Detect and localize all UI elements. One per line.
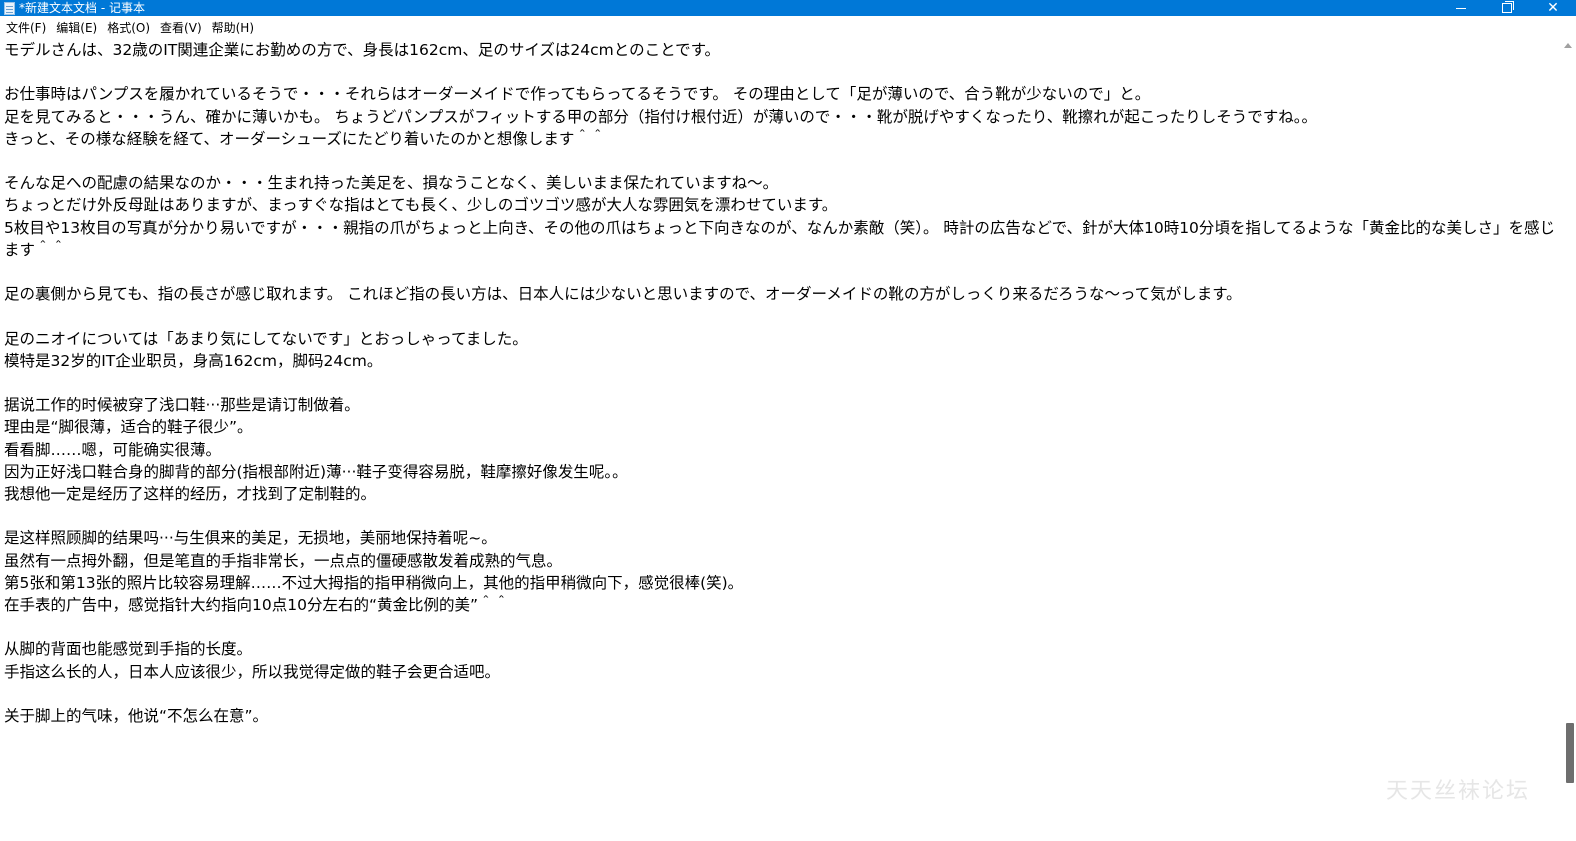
text-line: 模特是32岁的IT企业职员，身高162cm，脚码24cm。	[4, 351, 383, 370]
scroll-thumb[interactable]	[1566, 723, 1574, 783]
text-line: 手指这么长的人，日本人应该很少，所以我觉得定做的鞋子会更合适吧。	[4, 662, 501, 681]
text-line: 第5张和第13张的照片比较容易理解……不过大拇指的指甲稍微向上，其他的指甲稍微向…	[4, 573, 744, 592]
menu-format[interactable]: 格式(O)	[102, 17, 155, 39]
text-line: 5枚目や13枚目の写真が分かり易いですが・・・親指の爪がちょっと上向き、その他の…	[4, 218, 1555, 259]
text-line: 从脚的背面也能感觉到手指的长度。	[4, 640, 253, 659]
text-line: そんな足への配慮の結果なのか・・・生まれ持った美足を、損なうことなく、美しいまま…	[4, 174, 779, 193]
text-line: 看看脚……嗯，可能确实很薄。	[4, 440, 222, 459]
text-line: 虽然有一点拇外翻，但是笔直的手指非常长，一点点的僵硬感散发着成熟的气息。	[4, 551, 563, 570]
text-line: 足を見てみると・・・うん、確かに薄いかも。 ちょうどパンプスがフィットする甲の部…	[4, 107, 1317, 126]
close-icon: ✕	[1547, 0, 1559, 16]
minimize-icon	[1456, 7, 1466, 9]
menu-edit[interactable]: 编辑(E)	[51, 17, 102, 39]
window-title: *新建文本文档 - 记事本	[19, 1, 145, 15]
text-line	[4, 150, 1557, 172]
text-line: ちょっとだけ外反母趾はありますが、まっすぐな指はとても長く、少しのゴツゴツ感が大…	[4, 196, 838, 215]
text-line	[4, 372, 1557, 394]
menu-bar: 文件(F) 编辑(E) 格式(O) 查看(V) 帮助(H)	[0, 17, 1576, 39]
scroll-up-arrow-icon[interactable]	[1564, 43, 1572, 48]
text-content[interactable]: モデルさんは、32歳のIT関連企業にお勤めの方で、身長は162cm、足のサイズは…	[0, 39, 1561, 727]
restore-button[interactable]	[1484, 0, 1530, 16]
menu-view[interactable]: 查看(V)	[155, 17, 207, 39]
text-line	[4, 305, 1557, 327]
text-line	[4, 683, 1557, 705]
minimize-button[interactable]	[1438, 0, 1484, 16]
text-line: 足の裏側から見ても、指の長さが感じ取れます。 これほど指の長い方は、日本人には少…	[4, 285, 1242, 304]
restore-icon	[1502, 1, 1514, 13]
text-line: 据说工作的时候被穿了浅口鞋···那些是请订制做着。	[4, 396, 360, 415]
text-line	[4, 505, 1557, 527]
text-line: 关于脚上的气味，他说“不怎么在意”。	[4, 706, 269, 725]
text-line: お仕事時はパンプスを履かれているそうで・・・それらはオーダーメイドで作ってもらっ…	[4, 85, 1151, 104]
window-controls: ✕	[1438, 0, 1576, 16]
notepad-window: *新建文本文档 - 记事本 ✕ 文件(F) 编辑(E) 格式(O) 查看(V) …	[0, 0, 1576, 841]
text-line: 是这样照顾脚的结果吗···与生俱来的美足，无损地，美丽地保持着呢~。	[4, 529, 497, 548]
text-line: モデルさんは、32歳のIT関連企業にお勤めの方で、身長は162cm、足のサイズは…	[4, 41, 721, 59]
menu-file[interactable]: 文件(F)	[0, 17, 51, 39]
title-bar[interactable]: *新建文本文档 - 记事本 ✕	[0, 0, 1576, 16]
close-button[interactable]: ✕	[1530, 0, 1576, 16]
text-line: きっと、その様な経験を経て、オーダーシューズにたどり着いたのかと想像します＾＾	[4, 129, 606, 148]
text-line	[4, 61, 1557, 83]
text-line: 足のニオイについては「あまり気にしてないです」とおっしゃってました。	[4, 329, 528, 348]
text-line	[4, 261, 1557, 283]
text-line: 我想他一定是经历了这样的经历，才找到了定制鞋的。	[4, 484, 377, 503]
text-line: 理由是“脚很薄，适合的鞋子很少”。	[4, 418, 253, 437]
text-line	[4, 616, 1557, 638]
text-line: 因为正好浅口鞋合身的脚背的部分(指根部附近)薄···鞋子变得容易脱，鞋摩擦好像发…	[4, 462, 628, 481]
text-editor[interactable]: モデルさんは、32歳のIT関連企業にお勤めの方で、身長は162cm、足のサイズは…	[0, 39, 1561, 841]
notepad-icon[interactable]	[4, 1, 15, 15]
vertical-scrollbar[interactable]	[1561, 39, 1576, 841]
menu-help[interactable]: 帮助(H)	[207, 17, 259, 39]
text-line: 在手表的广告中，感觉指针大约指向10点10分左右的“黄金比例的美”＾＾	[4, 595, 510, 614]
